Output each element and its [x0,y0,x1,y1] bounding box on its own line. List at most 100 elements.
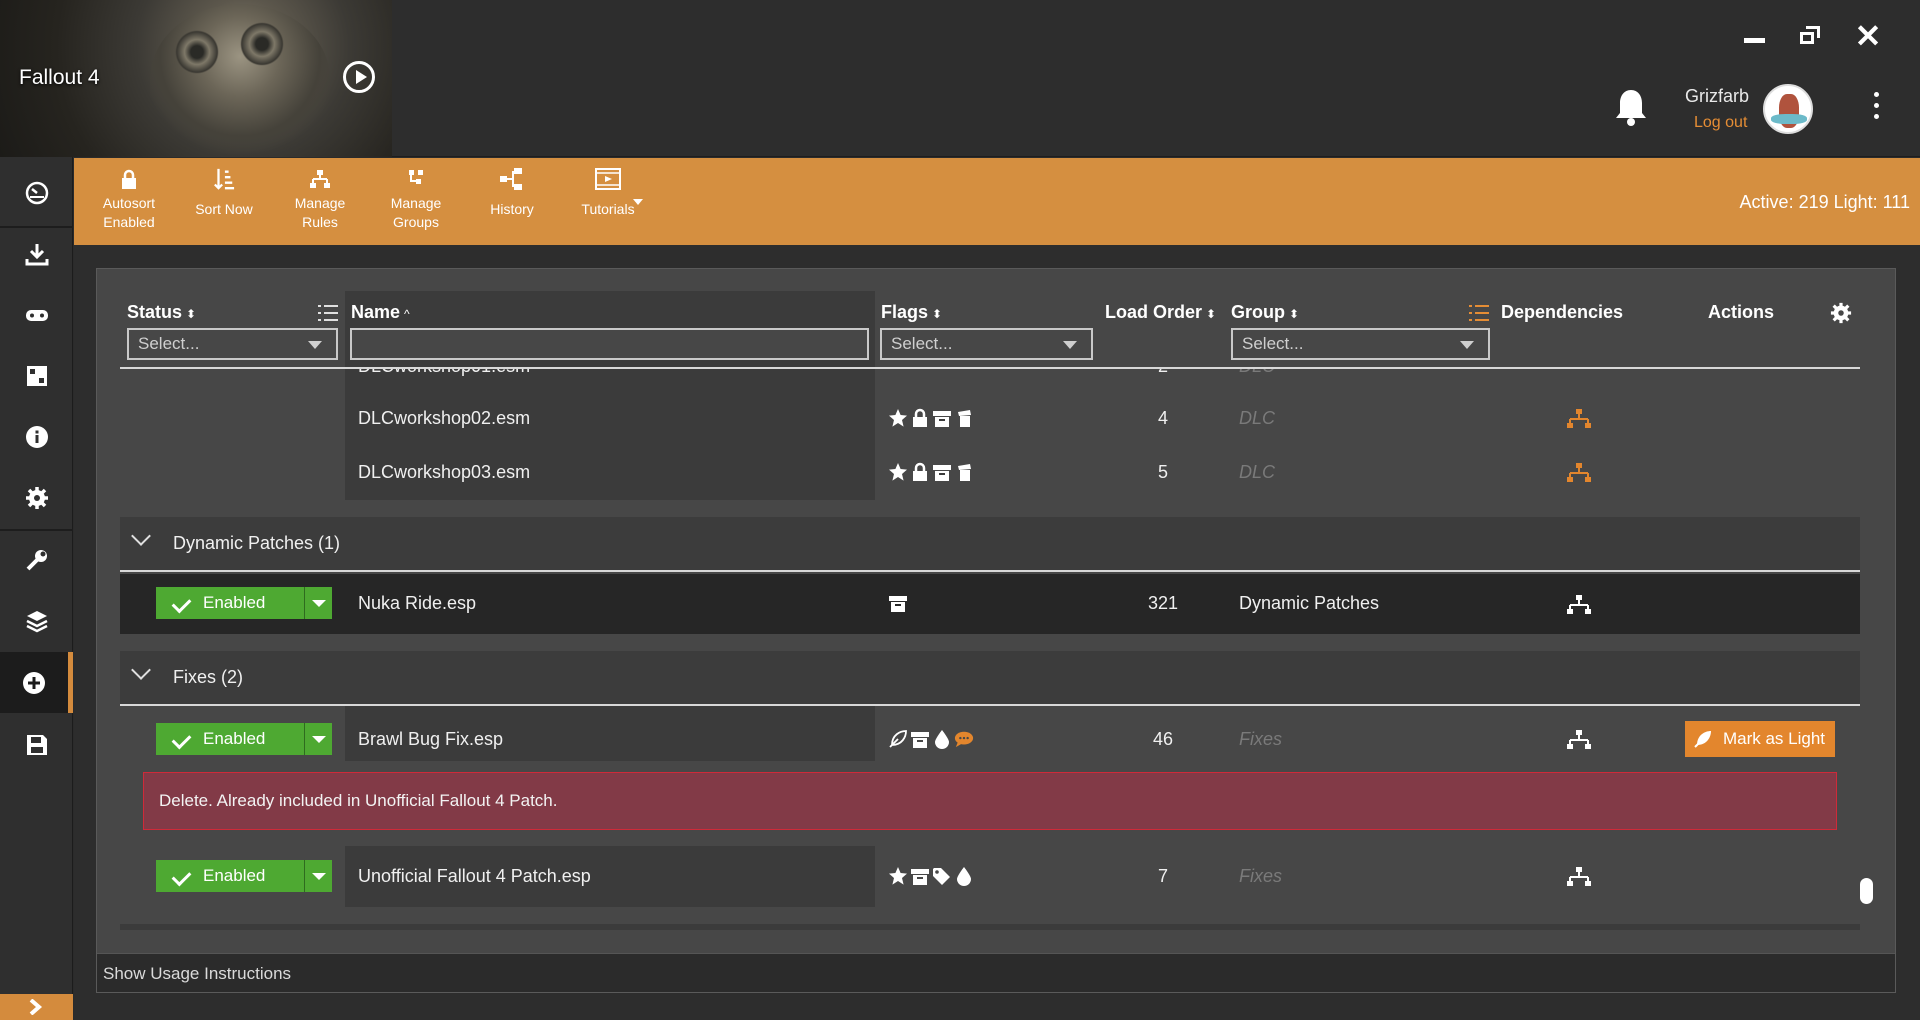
group-title: Dynamic Patches (1) [173,533,341,553]
manage-rules-button[interactable]: Manage Rules [275,168,365,240]
dependencies-icon[interactable] [1567,408,1591,430]
group-name: DLC [1239,462,1276,482]
status-header[interactable]: Status ⬍ [127,302,196,324]
gear-icon [25,486,48,509]
group-filter-select[interactable]: Select... [1231,328,1490,360]
sidebar-item-extensions[interactable] [0,345,73,406]
sidebar-item-saves[interactable] [0,714,73,775]
sidebar-item-plugins[interactable] [0,652,73,713]
more-options-icon[interactable] [1870,92,1882,124]
helmet-eye-right [240,22,284,66]
notification-bell-icon[interactable] [1614,88,1648,126]
status-dropdown-icon[interactable] [304,723,332,755]
hammer-icon [958,464,971,481]
name-filter-input[interactable] [350,328,869,360]
show-usage-instructions-link[interactable]: Show Usage Instructions [103,964,291,984]
game-banner-image: Fallout 4 [0,0,392,157]
star-icon [889,867,907,885]
autosort-button[interactable]: Autosort Enabled [84,168,174,240]
name-header-label: Name [351,302,401,322]
history-button[interactable]: History [467,168,557,240]
hammer-icon [958,410,971,427]
tutorials-dropdown-icon[interactable] [632,198,644,206]
table-settings-gear-icon[interactable] [1830,302,1852,324]
table-bottom-divider [120,924,1860,930]
flags-filter-select[interactable]: Select... [880,328,1093,360]
sidebar-item-tools[interactable] [0,529,73,590]
group-header[interactable]: Group ⬍ [1231,302,1299,324]
manage-rules-label-1: Manage [294,195,346,211]
status-header-label: Status [127,302,183,322]
status-toggle[interactable]: Enabled [156,587,332,619]
sort-updown-icon: ⬍ [932,307,943,321]
layers-icon [25,610,48,632]
play-icon[interactable] [343,61,375,93]
lock-icon [913,408,927,427]
group-header-fixes[interactable]: Fixes (2) [120,651,1860,706]
status-dropdown-icon[interactable] [304,587,332,619]
status-filter-select[interactable]: Select... [127,328,338,360]
minimize-button[interactable] [1736,22,1772,50]
chevron-down-icon [131,660,151,680]
scrollbar-thumb[interactable] [1860,878,1873,904]
flags-cell [888,593,908,613]
dependencies-header: Dependencies [1501,302,1624,322]
maximize-button[interactable] [1792,22,1828,50]
manage-groups-label-2: Groups [393,214,439,230]
plugin-name: Nuka Ride.esp [358,593,477,613]
title-bar: Fallout 4 ✕ Grizfarb Log out [0,0,1920,157]
save-disk-icon [26,734,47,755]
clipped-row: DLCworkshop01.esm 2 DLC [120,369,1860,378]
group-list-icon[interactable] [1468,303,1490,323]
sort-now-button[interactable]: Sort Now [179,168,269,240]
star-icon [889,463,907,481]
active-count: Active: 219 Light: 111 [1739,192,1910,212]
avatar[interactable] [1763,84,1813,134]
logout-link[interactable]: Log out [1694,114,1747,132]
chevron-right-icon [29,999,42,1015]
lock-icon [913,462,927,481]
flags-header[interactable]: Flags ⬍ [881,302,942,324]
hierarchy-icon [310,170,330,188]
status-label: Enabled [156,587,302,619]
info-icon [25,425,48,448]
lock-icon [122,169,136,189]
filter-list-icon[interactable] [317,303,339,323]
load-order: 7 [1157,866,1168,886]
wrench-icon [26,549,47,570]
sidebar-item-games[interactable] [0,284,73,345]
sidebar-item-mods[interactable] [0,590,73,651]
dependencies-icon[interactable] [1567,866,1591,888]
load-order: 2 [1158,369,1168,377]
chevron-down-icon [131,526,151,546]
comment-icon [954,731,974,748]
sidebar-item-downloads[interactable] [0,223,73,284]
user-name: Grizfarb [1685,86,1750,106]
group-header-dynamic-patches[interactable]: Dynamic Patches (1) [120,517,1860,572]
dependencies-icon[interactable] [1567,729,1591,751]
group-header-label: Group [1231,302,1285,322]
dependencies-icon[interactable] [1567,462,1591,484]
dependencies-icon[interactable] [1567,594,1591,616]
sidebar [0,157,73,1020]
status-dropdown-icon[interactable] [304,860,332,892]
manage-groups-button[interactable]: Manage Groups [371,168,461,240]
status-toggle[interactable]: Enabled [156,723,332,755]
name-header[interactable]: Name ^ [351,302,410,324]
close-button[interactable]: ✕ [1850,20,1886,52]
mark-as-light-button[interactable]: Mark as Light [1685,721,1835,757]
flags-cell [888,462,974,482]
group-name: Dynamic Patches [1239,593,1380,613]
load-order-header[interactable]: Load Order ⬍ [1105,302,1216,324]
sidebar-item-dashboard[interactable] [0,162,73,223]
sidebar-item-settings[interactable] [0,467,73,528]
orange-toolbar: Autosort Enabled Sort Now Manage Rules M… [74,158,1920,245]
status-toggle[interactable]: Enabled [156,860,332,892]
group-name: DLC [1239,369,1275,377]
sidebar-expand-button[interactable] [0,994,73,1020]
status-label: Enabled [156,860,302,892]
sidebar-item-about[interactable] [0,406,73,467]
group-title: Fixes (2) [173,667,244,687]
sort-updown-icon: ⬍ [186,307,197,321]
group-name: Fixes [1239,866,1283,886]
